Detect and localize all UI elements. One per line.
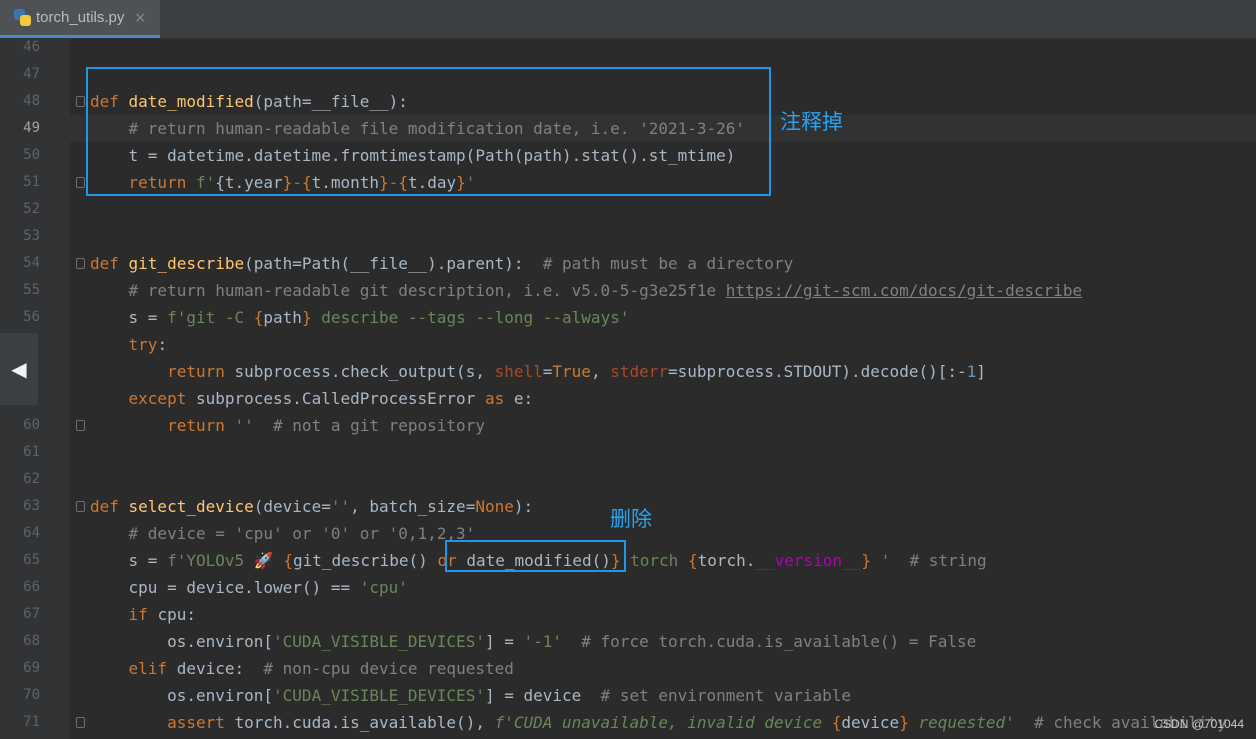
line-number: 48 <box>23 93 40 109</box>
code-text: # return human-readable git description,… <box>90 281 1083 300</box>
code-text: os.environ['CUDA_VISIBLE_DEVICES'] = '-1… <box>90 632 977 651</box>
code-line[interactable]: 65 s = f'YOLOv5 🚀 {git_describe() or dat… <box>0 547 1256 574</box>
code-line[interactable]: 54 def git_describe(path=Path(__file__).p… <box>0 250 1256 277</box>
annotation-comment-out: 注释掉 <box>780 110 843 134</box>
code-text: if cpu: <box>90 605 196 624</box>
line-number: 70 <box>23 687 40 703</box>
fold-icon[interactable] <box>76 258 85 269</box>
code-text: def select_device(device='', batch_size=… <box>90 497 534 516</box>
code-line[interactable]: try: <box>0 331 1256 358</box>
line-number: 69 <box>23 660 40 676</box>
line-number: 46 <box>23 39 40 55</box>
code-line[interactable]: return subprocess.check_output(s, shell=… <box>0 358 1256 385</box>
tab-filename: torch_utils.py <box>36 9 125 26</box>
line-number: 65 <box>23 552 40 568</box>
line-number: 61 <box>23 444 40 460</box>
line-number: 53 <box>23 228 40 244</box>
watermark: CSDN @701044 <box>1154 717 1244 731</box>
annotation-delete: 删除 <box>610 507 652 531</box>
code-line[interactable]: 46 <box>0 34 1256 61</box>
code-line[interactable]: 68 os.environ['CUDA_VISIBLE_DEVICES'] = … <box>0 628 1256 655</box>
line-number: 64 <box>23 525 40 541</box>
close-icon[interactable]: × <box>134 10 146 26</box>
fold-icon[interactable] <box>76 717 85 728</box>
code-line[interactable]: 60 return '' # not a git repository <box>0 412 1256 439</box>
line-number: 47 <box>23 66 40 82</box>
code-line[interactable]: except subprocess.CalledProcessError as … <box>0 385 1256 412</box>
fold-icon[interactable] <box>76 177 85 188</box>
line-number: 68 <box>23 633 40 649</box>
code-text: elif device: # non-cpu device requested <box>90 659 514 678</box>
highlight-box-date-modified <box>86 67 771 196</box>
line-number: 60 <box>23 417 40 433</box>
line-number: 50 <box>23 147 40 163</box>
code-line[interactable]: 66 cpu = device.lower() == 'cpu' <box>0 574 1256 601</box>
code-line[interactable]: 67 if cpu: <box>0 601 1256 628</box>
line-number: 71 <box>23 714 40 730</box>
code-text: try: <box>90 335 168 354</box>
highlight-box-delete <box>445 540 626 572</box>
tab-torch-utils[interactable]: torch_utils.py × <box>0 0 160 38</box>
collapse-left-icon[interactable]: ◀ <box>0 333 38 405</box>
python-file-icon <box>14 8 32 27</box>
fold-icon[interactable] <box>76 501 85 512</box>
code-text: except subprocess.CalledProcessError as … <box>90 389 534 408</box>
code-line[interactable]: 71 assert torch.cuda.is_available(), f'C… <box>0 709 1256 736</box>
code-line[interactable]: 56 s = f'git -C {path} describe --tags -… <box>0 304 1256 331</box>
line-number: 67 <box>23 606 40 622</box>
line-number: 49 <box>23 120 40 136</box>
code-text: return subprocess.check_output(s, shell=… <box>90 362 986 381</box>
code-line[interactable]: 70 os.environ['CUDA_VISIBLE_DEVICES'] = … <box>0 682 1256 709</box>
code-text: cpu = device.lower() == 'cpu' <box>90 578 408 597</box>
code-text: def git_describe(path=Path(__file__).par… <box>90 254 794 273</box>
code-line[interactable]: 61 <box>0 439 1256 466</box>
code-text: return '' # not a git repository <box>90 416 485 435</box>
code-text: os.environ['CUDA_VISIBLE_DEVICES'] = dev… <box>90 686 851 705</box>
code-text: s = f'git -C {path} describe --tags --lo… <box>90 308 630 327</box>
code-line[interactable]: 69 elif device: # non-cpu device request… <box>0 655 1256 682</box>
line-number: 55 <box>23 282 40 298</box>
line-number: 56 <box>23 309 40 325</box>
line-number: 62 <box>23 471 40 487</box>
fold-icon[interactable] <box>76 420 85 431</box>
line-number: 63 <box>23 498 40 514</box>
code-line[interactable]: 53 <box>0 223 1256 250</box>
code-line[interactable]: 55 # return human-readable git descripti… <box>0 277 1256 304</box>
arrow-left-icon: ◀ <box>11 357 27 381</box>
fold-icon[interactable] <box>76 96 85 107</box>
line-number: 52 <box>23 201 40 217</box>
code-text: # device = 'cpu' or '0' or '0,1,2,3' <box>90 524 476 543</box>
line-number: 66 <box>23 579 40 595</box>
line-number: 54 <box>23 255 40 271</box>
code-line[interactable]: 52 <box>0 196 1256 223</box>
code-line[interactable]: 62 <box>0 466 1256 493</box>
code-text: assert torch.cuda.is_available(), f'CUDA… <box>90 713 1227 732</box>
line-number: 51 <box>23 174 40 190</box>
